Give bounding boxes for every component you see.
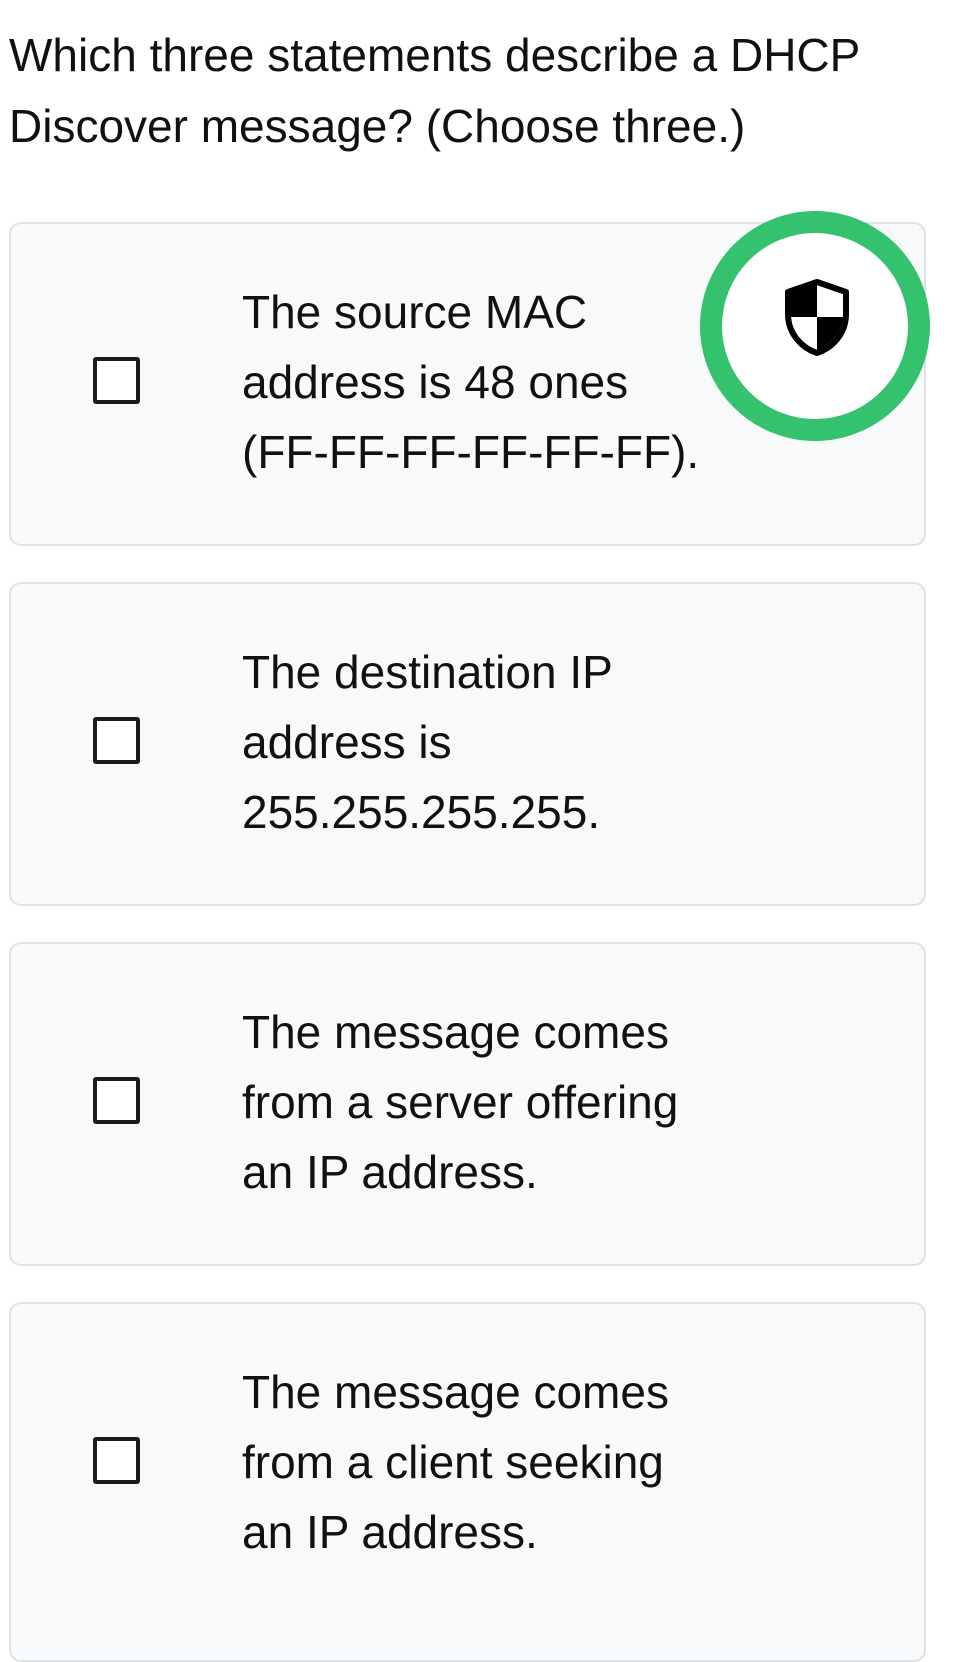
option-1-label: The source MAC address is 48 ones (FF-FF… (242, 277, 742, 487)
option-4-line-3: an IP address. (242, 1506, 538, 1558)
shield-icon (785, 279, 849, 356)
question-text: Which three statements describe a DHCP D… (9, 20, 949, 162)
answer-option-2[interactable]: The destination IP address is 255.255.25… (9, 582, 926, 906)
option-4-line-1: The message comes (242, 1366, 669, 1418)
answer-option-3[interactable]: The message comes from a server offering… (9, 942, 926, 1266)
option-2-label: The destination IP address is 255.255.25… (242, 637, 742, 847)
option-1-line-3: (FF-FF-FF-FF-FF-FF). (242, 426, 700, 478)
option-4-label: The message comes from a client seeking … (242, 1357, 782, 1567)
option-3-line-3: an IP address. (242, 1146, 538, 1198)
option-4-checkbox[interactable] (93, 1437, 140, 1484)
option-2-line-1: The destination IP (242, 646, 613, 698)
option-3-checkbox[interactable] (93, 1077, 140, 1124)
option-4-line-2: from a client seeking (242, 1436, 664, 1488)
option-1-line-1: The source MAC (242, 286, 588, 338)
question-line-1: Which three statements describe a DHCP (9, 29, 861, 81)
option-2-line-3: 255.255.255.255. (242, 786, 601, 838)
question-line-2: Discover message? (Choose three.) (9, 100, 746, 152)
option-1-line-2: address is 48 ones (242, 356, 629, 408)
option-2-line-2: address is (242, 716, 452, 768)
option-3-line-2: from a server offering (242, 1076, 679, 1128)
security-shield-button[interactable] (700, 211, 930, 441)
option-3-line-1: The message comes (242, 1006, 669, 1058)
option-2-checkbox[interactable] (93, 717, 140, 764)
option-1-checkbox[interactable] (93, 357, 140, 404)
option-3-label: The message comes from a server offering… (242, 997, 782, 1207)
answer-option-4[interactable]: The message comes from a client seeking … (9, 1302, 926, 1662)
